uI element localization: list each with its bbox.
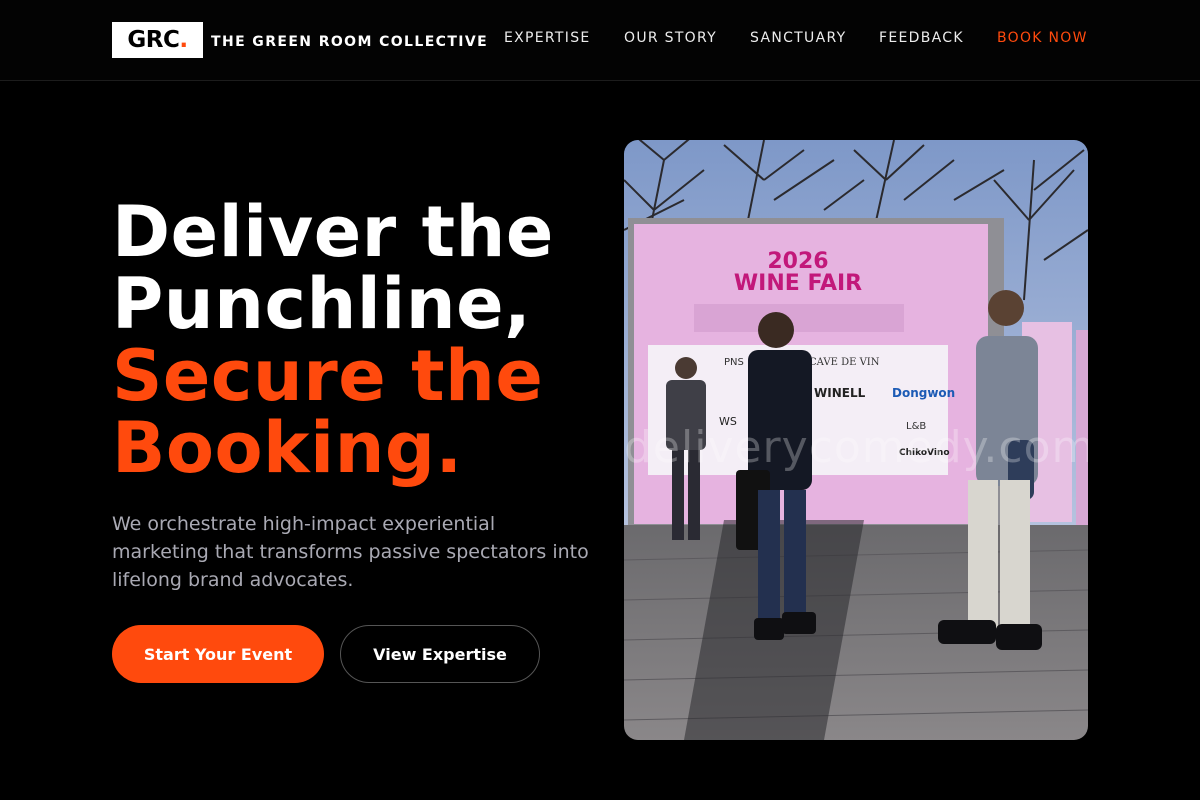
sponsor-winell: WINELL bbox=[814, 386, 866, 400]
brand-name[interactable]: THE GREEN ROOM COLLECTIVE bbox=[211, 34, 488, 50]
nav-item-expertise[interactable]: EXPERTISE bbox=[504, 30, 591, 46]
headline-line-4: Booking. bbox=[112, 407, 463, 489]
site-header: GRC. THE GREEN ROOM COLLECTIVE EXPERTISE… bbox=[0, 0, 1200, 81]
banner-korean-text-block bbox=[694, 304, 904, 332]
sponsor-pns: PNS bbox=[724, 357, 744, 368]
start-your-event-button[interactable]: Start Your Event bbox=[112, 625, 324, 683]
nav-item-book-now[interactable]: BOOK NOW bbox=[997, 30, 1088, 46]
headline-line-1: Deliver the bbox=[112, 191, 554, 273]
hero-headline: Deliver the Punchline, Secure the Bookin… bbox=[112, 196, 612, 484]
headline-line-2: Punchline, bbox=[112, 263, 532, 345]
banner-title: WINE FAIR bbox=[734, 271, 862, 296]
logo[interactable]: GRC. bbox=[112, 22, 203, 58]
logo-text: GRC bbox=[127, 27, 180, 53]
hero-event-photo: 2026 WINE FAIR PNS CAVE DE VIN WINELL Do… bbox=[624, 140, 1088, 740]
logo-dot: . bbox=[179, 27, 188, 53]
nav-item-our-story[interactable]: OUR STORY bbox=[624, 30, 717, 46]
nav-item-feedback[interactable]: FEEDBACK bbox=[879, 30, 964, 46]
nav-item-sanctuary[interactable]: SANCTUARY bbox=[750, 30, 846, 46]
watermark: deliverycomedy.com bbox=[624, 422, 1088, 473]
sponsor-dongwon: Dongwon bbox=[892, 386, 955, 400]
hero-subcopy: We orchestrate high-impact experiential … bbox=[112, 513, 589, 591]
headline-line-3: Secure the bbox=[112, 335, 544, 417]
view-expertise-button[interactable]: View Expertise bbox=[340, 625, 540, 683]
sponsor-cave-de-vin: CAVE DE VIN bbox=[809, 357, 880, 368]
